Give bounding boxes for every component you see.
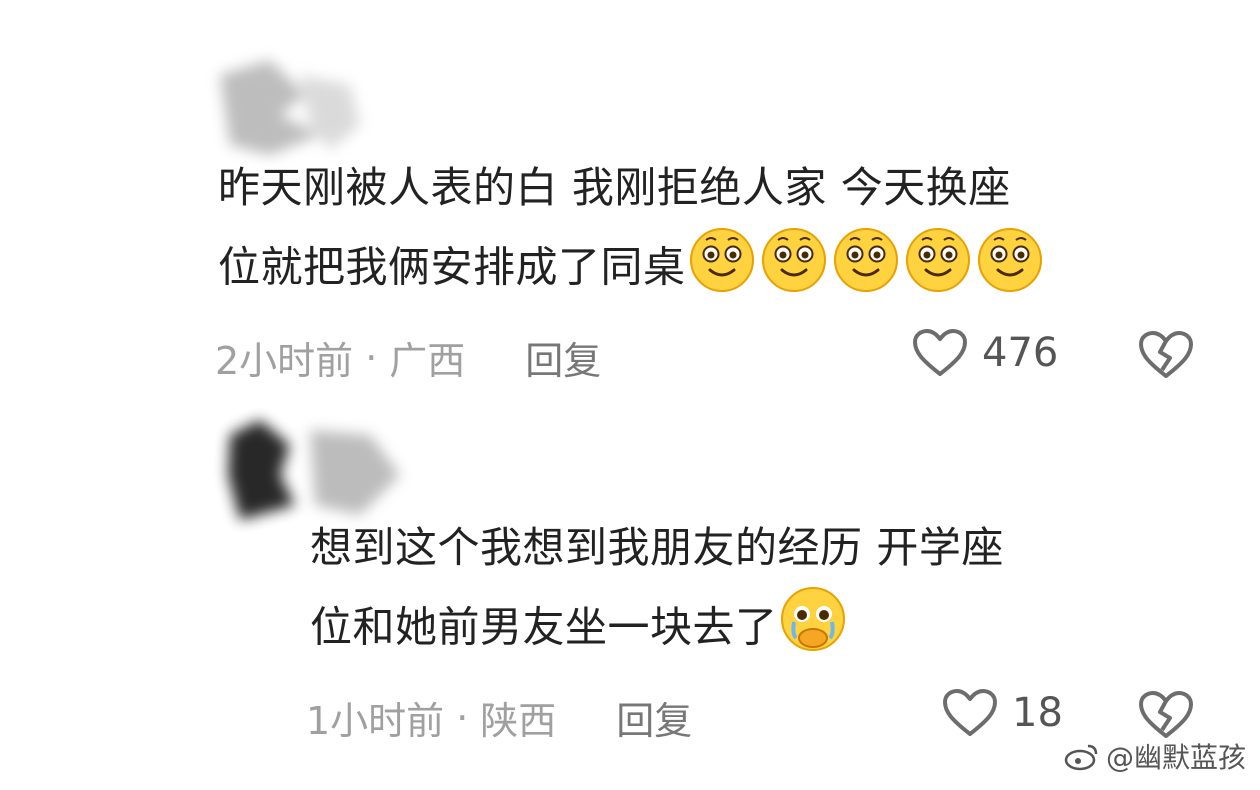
comment-time: 2小时前: [215, 339, 354, 383]
blurred-avatar: [220, 60, 360, 155]
watermark: @幽默蓝孩: [1064, 736, 1246, 776]
like-button[interactable]: 476: [912, 328, 1058, 378]
comment-text: 想到这个我想到我朋友的经历 开学座 位和她前男友坐一块去了: [310, 512, 1004, 676]
comment-line: 想到这个我想到我朋友的经历 开学座: [310, 523, 1004, 572]
comment-time: 1小时前: [306, 699, 445, 743]
meta-separator: ·: [456, 695, 469, 740]
emoji-row: [686, 224, 1046, 316]
weibo-logo-icon: [1064, 744, 1098, 771]
reply-button[interactable]: 回复: [616, 690, 692, 745]
comment-meta: 2小时前 · 广西 回复: [215, 330, 601, 385]
meta-separator: ·: [365, 335, 378, 380]
broken-heart-icon[interactable]: [1138, 330, 1194, 380]
smiley-face-icon: [977, 228, 1042, 292]
smiley-face-icon: [905, 228, 970, 292]
heart-outline-icon: [943, 689, 997, 736]
comment-meta: 1小时前 · 陕西 回复: [306, 690, 692, 745]
reply-button[interactable]: 回复: [525, 330, 601, 385]
like-button[interactable]: 18: [942, 688, 1063, 738]
comment-line-text: 位和她前男友坐一块去了: [310, 602, 778, 652]
like-count: 18: [1012, 690, 1063, 736]
heart-outline-icon: [913, 329, 967, 376]
comment-location: 陕西: [480, 699, 557, 743]
comment-line: 位和她前男友坐一块去了: [310, 584, 1004, 676]
watermark-text: @幽默蓝孩: [1105, 741, 1246, 774]
pleading-crying-face-icon: [780, 587, 845, 651]
comment-location: 广西: [389, 339, 466, 383]
smiley-face-icon: [689, 228, 754, 292]
comment-line-text: 位就把我俩安排成了同桌: [218, 242, 686, 292]
broken-heart-icon[interactable]: [1138, 690, 1194, 740]
comment-line: 位就把我俩安排成了同桌: [218, 224, 1046, 316]
emoji-row: [778, 584, 848, 676]
comment-screenshot: 昨天刚被人表的白 我刚拒绝人家 今天换座 位就把我俩安排成了同桌 2小时前 · …: [0, 0, 1260, 790]
comment-line: 昨天刚被人表的白 我刚拒绝人家 今天换座: [218, 163, 1011, 212]
smiley-face-icon: [761, 228, 826, 292]
like-count: 476: [982, 330, 1059, 376]
comment-text: 昨天刚被人表的白 我刚拒绝人家 今天换座 位就把我俩安排成了同桌: [218, 152, 1046, 316]
smiley-face-icon: [833, 228, 898, 292]
